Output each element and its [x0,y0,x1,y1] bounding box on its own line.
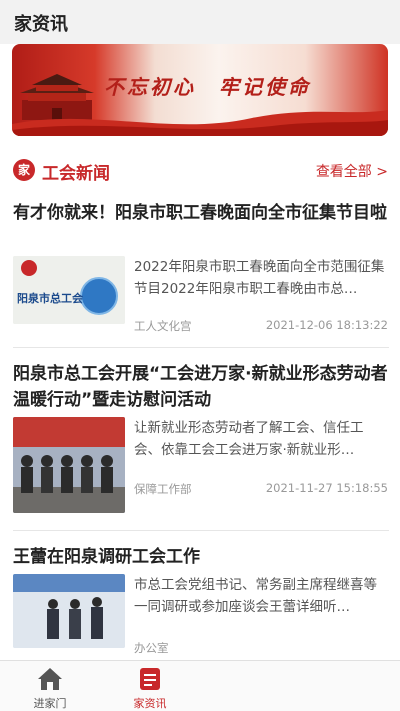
banner-wave-decoration [12,110,388,136]
bottom-tab-bar: 进家门 家资讯 [0,660,400,711]
news-timestamp: 2021-12-06 18:13:22 [265,318,388,332]
news-item[interactable]: 王蕾在阳泉调研工会工作 市总工会党组书记、常务副主席程继喜等一同调研或参加座谈会… [0,544,400,660]
news-title: 王蕾在阳泉调研工会工作 [13,547,200,567]
news-source: 工人文化宫 [134,319,192,333]
banner[interactable]: 不忘初心 牢记使命 [12,44,388,136]
tab-label: 进家门 [33,697,67,710]
visit-photo-thumbnail [13,574,125,648]
tab-home[interactable]: 进家门 [10,665,90,710]
section-header: 家 工会新闻 查看全部 > [0,156,400,186]
news-timestamp: 2021-11-27 15:18:55 [265,481,388,495]
news-thumbnail [13,574,125,648]
news-thumbnail: 阳泉市总工会 [13,256,125,324]
news-thumbnail [13,417,125,513]
news-item[interactable]: 有才你就来！阳泉市职工春晚面向全市征集节目啦 阳泉市总工会 2022年阳泉市职工… [0,200,400,350]
news-source: 保障工作部 [134,482,192,496]
view-all-link[interactable]: 查看全部 > [316,161,388,181]
news-title: 阳泉市总工会开展“工会进万家·新就业形态劳动者温暖行动”暨走访慰问活动 [13,364,388,410]
svg-text:阳泉市总工会: 阳泉市总工会 [17,291,84,305]
news-source: 办公室 [134,641,169,655]
tab-news[interactable]: 家资讯 [110,665,190,710]
event-photo-thumbnail [13,417,125,513]
news-summary: 让新就业形态劳动者了解工会、信任工会、依靠工会工会进万家·新就业形… [134,420,364,458]
news-title: 有才你就来！阳泉市职工春晚面向全市征集节目啦 [13,203,387,223]
home-icon [38,668,62,690]
union-logo-thumbnail: 阳泉市总工会 [13,256,125,324]
family-logo-icon: 家 [13,159,35,181]
news-summary: 市总工会党组书记、常务副主席程继喜等一同调研或参加座谈会王蕾详细听… [134,577,377,615]
news-summary: 2022年阳泉市职工春晚面向全市范围征集节目2022年阳泉市职工春晚由市总… [134,259,385,297]
section-title: 工会新闻 [42,164,110,184]
tab-label: 家资讯 [133,697,167,710]
news-icon [140,668,160,690]
divider [13,530,389,531]
banner-slogan: 不忘初心 牢记使命 [104,75,311,99]
page-title: 家资讯 [14,14,68,35]
divider [13,347,389,348]
app-header: 家资讯 [0,0,400,44]
news-item[interactable]: 阳泉市总工会开展“工会进万家·新就业形态劳动者温暖行动”暨走访慰问活动 让新就业… [0,361,400,521]
